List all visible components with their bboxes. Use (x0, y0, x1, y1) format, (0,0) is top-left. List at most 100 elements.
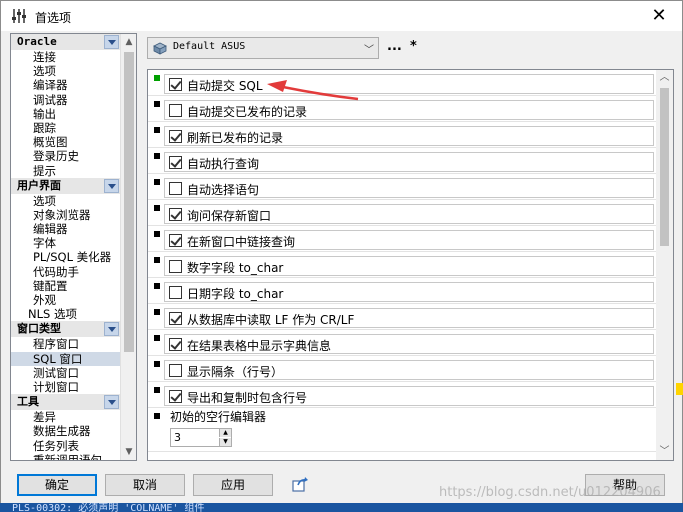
setting-checkbox[interactable] (169, 104, 182, 117)
setting-checkbox[interactable] (169, 234, 182, 247)
nav-item[interactable]: 编辑器 (11, 222, 121, 236)
spin-down-icon[interactable]: ▼ (219, 438, 231, 446)
nav-section-label: 工具 (17, 395, 39, 409)
collapse-icon[interactable] (104, 35, 119, 49)
setting-field: 从数据库中读取 LF 作为 CR/LF (164, 308, 654, 328)
setting-label[interactable]: 询问保存新窗口 (187, 207, 271, 224)
settings-scrollbar[interactable]: ︿ ﹀ (656, 70, 673, 460)
scroll-up-icon[interactable]: ▲ (121, 34, 136, 50)
nav-item[interactable]: 登录历史 (11, 149, 121, 163)
nav-item[interactable]: NLS 选项 (11, 307, 121, 321)
settings-panel: 自动提交 SQL 自动提交已发布的记录 刷新已发布的记录 自动执行查询 自动选择语句 询问… (147, 69, 674, 461)
scroll-thumb[interactable] (124, 52, 134, 352)
setting-label[interactable]: 刷新已发布的记录 (187, 129, 283, 146)
nav-item[interactable]: PL/SQL 美化器 (11, 250, 121, 264)
nav-item[interactable]: 输出 (11, 107, 121, 121)
row-marker (154, 179, 160, 185)
nav-item[interactable]: 编译器 (11, 78, 121, 92)
setting-checkbox[interactable] (169, 338, 182, 351)
setting-label[interactable]: 自动执行查询 (187, 155, 259, 172)
nav-item[interactable]: 选项 (11, 194, 121, 208)
nav-item[interactable]: SQL 窗口 (11, 351, 121, 366)
setting-label[interactable]: 日期字段 to_char (187, 285, 283, 302)
setting-checkbox[interactable] (169, 286, 182, 299)
scroll-thumb[interactable] (660, 88, 669, 246)
nav-item[interactable]: 测试窗口 (11, 366, 121, 380)
close-icon[interactable]: ✕ (636, 1, 682, 31)
setting-row: 日期字段 to_char (148, 278, 656, 304)
profile-select[interactable]: Default ASUS ﹀ (147, 37, 379, 59)
setting-label[interactable]: 在新窗口中链接查询 (187, 233, 295, 250)
nav-item[interactable]: 提示 (11, 164, 121, 178)
nav-item[interactable]: 外观 (11, 293, 121, 307)
setting-label[interactable]: 自动提交已发布的记录 (187, 103, 307, 120)
preferences-sliders-icon (12, 9, 26, 23)
nav-item[interactable]: 计划窗口 (11, 380, 121, 394)
nav-item[interactable]: 重新调用语句 (11, 453, 121, 460)
setting-field: 刷新已发布的记录 (164, 126, 654, 146)
row-marker (154, 283, 160, 289)
row-marker (154, 361, 160, 367)
nav-section-header[interactable]: Oracle (11, 34, 121, 50)
spin-up-icon[interactable]: ▲ (219, 429, 231, 437)
nav-item[interactable]: 程序窗口 (11, 337, 121, 351)
collapse-icon[interactable] (104, 322, 119, 337)
setting-field: 数字字段 to_char (164, 256, 654, 276)
chevron-down-icon[interactable]: ﹀ (364, 41, 374, 56)
setting-label[interactable]: 在结果表格中显示字典信息 (187, 337, 331, 354)
setting-checkbox[interactable] (169, 390, 182, 403)
setting-checkbox[interactable] (169, 182, 182, 195)
scroll-down-icon[interactable]: ▼ (121, 444, 136, 460)
background-window-strip (676, 383, 683, 395)
setting-row: 刷新已发布的记录 (148, 122, 656, 148)
row-marker (154, 153, 160, 159)
nav-item[interactable]: 差异 (11, 410, 121, 424)
setting-checkbox[interactable] (169, 312, 182, 325)
annotation-arrow-icon (267, 80, 359, 101)
nav-item[interactable]: 连接 (11, 50, 121, 64)
cancel-button[interactable]: 取消 (105, 474, 185, 496)
row-marker (154, 309, 160, 315)
setting-checkbox[interactable] (169, 130, 182, 143)
reset-icon[interactable] (291, 476, 309, 494)
setting-label[interactable]: 从数据库中读取 LF 作为 CR/LF (187, 311, 354, 328)
setting-label[interactable]: 自动选择语句 (187, 181, 259, 198)
ok-button[interactable]: 确定 (17, 474, 97, 496)
nav-item[interactable]: 数据生成器 (11, 424, 121, 438)
empty-rows-editor-label: 初始的空行编辑器 (170, 410, 267, 424)
nav-section-header[interactable]: 窗口类型 (11, 321, 121, 338)
setting-checkbox[interactable] (169, 364, 182, 377)
nav-item[interactable]: 字体 (11, 236, 121, 250)
nav-item[interactable]: 键配置 (11, 279, 121, 293)
status-message: PLS-00302: 必须声明 'COLNAME' 组件 (12, 503, 205, 512)
nav-item[interactable]: 代码助手 (11, 265, 121, 279)
collapse-icon[interactable] (104, 395, 119, 410)
setting-label[interactable]: 导出和复制时包含行号 (187, 389, 307, 406)
nav-item[interactable]: 任务列表 (11, 439, 121, 453)
setting-label[interactable]: 显示隔条（行号） (187, 363, 283, 380)
more-button[interactable]: ... (387, 39, 402, 54)
setting-row: 从数据库中读取 LF 作为 CR/LF (148, 304, 656, 330)
apply-button[interactable]: 应用 (193, 474, 273, 496)
setting-label[interactable]: 自动提交 SQL (187, 77, 263, 94)
nav-section-header[interactable]: 工具 (11, 394, 121, 411)
nav-item[interactable]: 概览图 (11, 135, 121, 149)
preferences-dialog: 首选项 ✕ Oracle 连接 选项 编译器 调试器 输出 跟踪 概览图 登录历史 提示 用户界面选… (0, 0, 683, 512)
empty-rows-stepper[interactable]: 3 ▲ ▼ (170, 428, 232, 447)
setting-label[interactable]: 数字字段 to_char (187, 259, 283, 276)
setting-field: 在结果表格中显示字典信息 (164, 334, 654, 354)
setting-checkbox[interactable] (169, 156, 182, 169)
nav-item[interactable]: 跟踪 (11, 121, 121, 135)
collapse-icon[interactable] (104, 178, 119, 193)
nav-item[interactable]: 调试器 (11, 93, 121, 107)
setting-checkbox[interactable] (169, 78, 182, 91)
scroll-down-icon[interactable]: ﹀ (656, 444, 673, 460)
nav-item[interactable]: 对象浏览器 (11, 208, 121, 222)
nav-item[interactable]: 选项 (11, 64, 121, 78)
empty-rows-value[interactable]: 3 (174, 431, 181, 444)
nav-scrollbar[interactable]: ▲ ▼ (120, 34, 136, 460)
setting-checkbox[interactable] (169, 208, 182, 221)
nav-section-header[interactable]: 用户界面 (11, 177, 121, 194)
scroll-up-icon[interactable]: ︿ (656, 70, 673, 86)
setting-checkbox[interactable] (169, 260, 182, 273)
